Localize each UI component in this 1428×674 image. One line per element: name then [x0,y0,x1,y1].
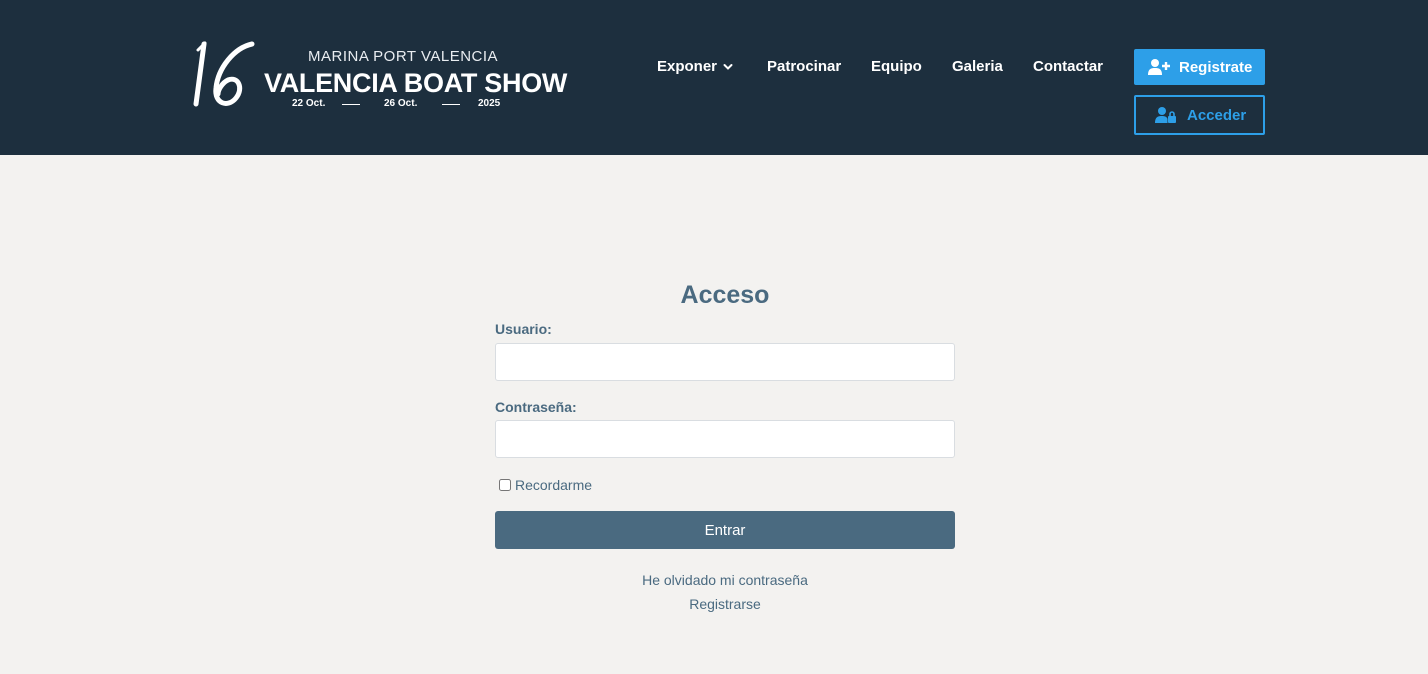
logo-year: 2025 [478,98,501,109]
forgot-password-link[interactable]: He olvidado mi contraseña [495,572,955,588]
logo-date-dash [342,104,360,105]
site-logo[interactable]: MARINA PORT VALENCIA VALENCIA BOAT SHOW … [190,38,567,112]
register-link[interactable]: Registrarse [495,596,955,612]
logo-date-dash [442,104,460,105]
nav-item-label: Exponer [657,58,718,75]
nav-item-exponer[interactable]: Exponer [657,58,733,78]
username-label: Usuario: [495,321,552,337]
username-input[interactable] [495,343,955,381]
password-input[interactable] [495,420,955,458]
remember-label: Recordarme [515,477,593,493]
password-label: Contraseña: [495,399,577,415]
submit-button[interactable]: Entrar [495,511,955,549]
logo-subtitle: MARINA PORT VALENCIA [308,48,499,65]
remember-checkbox[interactable] [499,479,511,491]
page-title: Acceso [680,281,770,309]
logo-date-end: 26 Oct. [384,98,418,109]
logo-title: VALENCIA BOAT SHOW [264,68,568,98]
nav-item-galeria[interactable]: Galeria [952,58,1003,78]
site-header: MARINA PORT VALENCIA VALENCIA BOAT SHOW … [0,0,1428,155]
logo-date-start: 22 Oct. [292,98,326,109]
nav-item-equipo[interactable]: Equipo [871,58,922,78]
login-button[interactable]: Acceder [1134,95,1265,135]
remember-me[interactable]: Recordarme [499,477,592,493]
nav-item-patrocinar[interactable]: Patrocinar [767,58,841,78]
chevron-down-icon [723,64,733,70]
logo-number-16 [193,41,255,107]
register-button-label: Registrate [1179,59,1253,76]
user-lock-icon [1155,107,1176,123]
register-button[interactable]: Registrate [1134,49,1265,85]
login-button-label: Acceder [1187,107,1247,124]
nav-item-contactar[interactable]: Contactar [1033,58,1103,78]
logo-dates: 22 Oct. 26 Oct. 2025 [292,98,514,112]
user-plus-icon [1148,59,1170,75]
